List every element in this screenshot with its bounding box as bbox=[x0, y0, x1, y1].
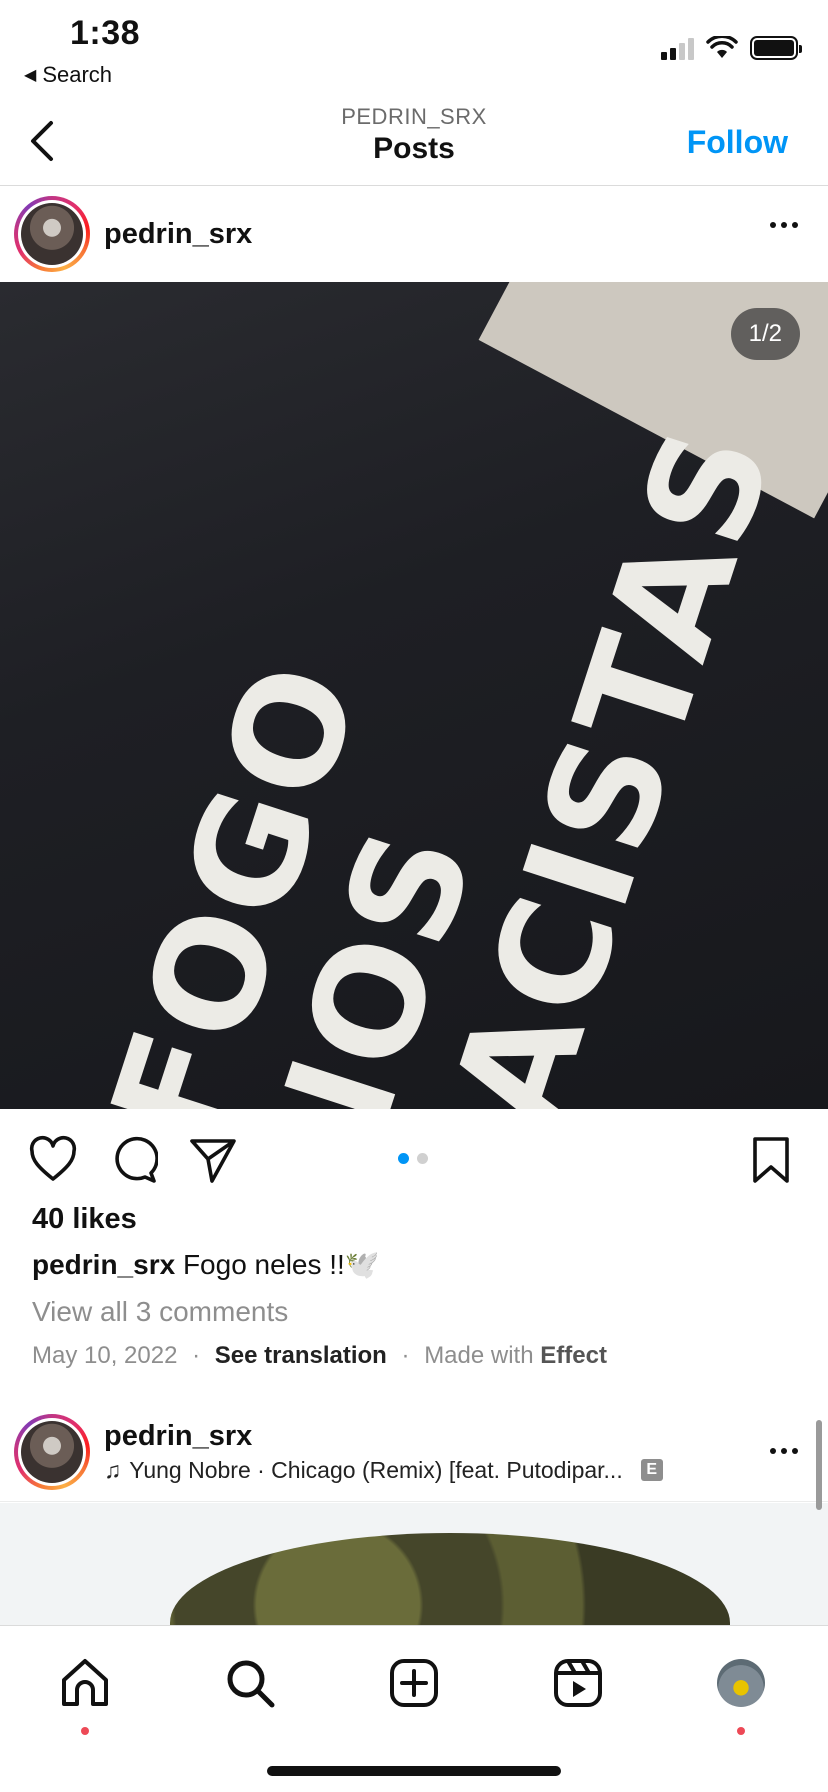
home-icon[interactable] bbox=[58, 1656, 112, 1710]
more-options-button[interactable] bbox=[770, 222, 798, 228]
status-time: 1:38 bbox=[70, 14, 141, 52]
search-icon[interactable] bbox=[223, 1656, 277, 1710]
made-with-label: Made with bbox=[424, 1342, 534, 1369]
battery-icon bbox=[750, 36, 802, 60]
heart-icon[interactable] bbox=[28, 1135, 78, 1185]
carousel-dots bbox=[398, 1153, 428, 1164]
profile-avatar bbox=[717, 1659, 765, 1707]
story-avatar[interactable] bbox=[14, 196, 90, 272]
page-header: PEDRIN_SRX Posts Follow bbox=[0, 100, 828, 186]
home-notification-dot bbox=[81, 1727, 89, 1735]
music-attribution[interactable]: ♫ Yung Nobre · Chicago (Remix) [feat. Pu… bbox=[104, 1457, 663, 1484]
photo-shirt-text: FOGO NOS RACISTAS bbox=[78, 406, 807, 1109]
caption: pedrin_srx Fogo neles !!🕊️ bbox=[32, 1248, 380, 1281]
likes-count[interactable]: 40 likes bbox=[32, 1203, 137, 1236]
profile-tab[interactable] bbox=[714, 1656, 768, 1710]
share-icon[interactable] bbox=[188, 1135, 238, 1185]
photo-content bbox=[170, 1533, 730, 1625]
effect-link[interactable]: Effect bbox=[540, 1342, 607, 1369]
status-icons bbox=[661, 36, 802, 60]
music-note-icon: ♫ bbox=[104, 1456, 122, 1483]
signal-icon bbox=[661, 36, 694, 60]
avatar bbox=[21, 1420, 83, 1483]
back-to-search[interactable]: ◀ Search bbox=[24, 62, 112, 88]
post-header: pedrin_srx bbox=[0, 186, 828, 282]
post-date: May 10, 2022 bbox=[32, 1342, 178, 1369]
see-translation-link[interactable]: See translation bbox=[215, 1342, 387, 1369]
post-user-block: pedrin_srx ♫ Yung Nobre · Chicago (Remix… bbox=[104, 1420, 663, 1484]
follow-button[interactable]: Follow bbox=[687, 124, 788, 161]
explicit-badge: E bbox=[640, 1459, 663, 1481]
carousel-counter: 1/2 bbox=[730, 308, 800, 360]
view-comments-link[interactable]: View all 3 comments bbox=[32, 1296, 288, 1328]
more-options-button[interactable] bbox=[770, 1448, 798, 1454]
post-username[interactable]: pedrin_srx bbox=[104, 1420, 663, 1453]
carousel-dot bbox=[417, 1153, 428, 1164]
avatar bbox=[21, 203, 83, 265]
post-photo[interactable] bbox=[0, 1503, 828, 1625]
comment-icon[interactable] bbox=[108, 1135, 158, 1185]
story-avatar[interactable] bbox=[14, 1413, 90, 1490]
post-photo[interactable]: FOGO NOS RACISTAS 1/2 bbox=[0, 282, 828, 1109]
profile-notification-dot bbox=[737, 1727, 745, 1735]
post-meta: May 10, 2022 · See translation · Made wi… bbox=[32, 1342, 607, 1370]
bookmark-icon[interactable] bbox=[746, 1135, 796, 1185]
scrollbar[interactable] bbox=[816, 1420, 822, 1510]
status-bar: 1:38 ◀ Search bbox=[0, 0, 828, 100]
home-indicator[interactable] bbox=[267, 1766, 561, 1776]
back-to-search-label: Search bbox=[42, 62, 113, 87]
music-title: Yung Nobre · Chicago (Remix) [feat. Puto… bbox=[129, 1456, 623, 1483]
post-header: pedrin_srx ♫ Yung Nobre · Chicago (Remix… bbox=[0, 1402, 828, 1502]
meta-separator: · bbox=[192, 1342, 201, 1369]
create-post-icon[interactable] bbox=[387, 1656, 441, 1710]
carousel-dot-active bbox=[398, 1153, 409, 1164]
post-username[interactable]: pedrin_srx bbox=[104, 218, 252, 251]
caption-username[interactable]: pedrin_srx bbox=[32, 1249, 175, 1280]
reels-icon[interactable] bbox=[551, 1656, 605, 1710]
wifi-icon bbox=[706, 36, 738, 58]
caption-text: Fogo neles !!🕊️ bbox=[182, 1249, 380, 1280]
back-triangle-icon: ◀ bbox=[24, 67, 37, 84]
post-actions bbox=[0, 1109, 828, 1205]
meta-separator: · bbox=[401, 1342, 410, 1369]
